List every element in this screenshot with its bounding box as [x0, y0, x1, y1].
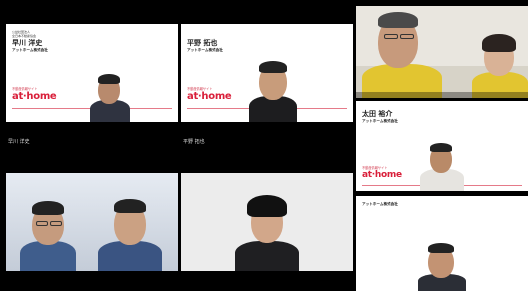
company-name: アットホーム株式会社	[12, 48, 48, 52]
label-strip	[356, 92, 528, 98]
company-name: アットホーム株式会社	[362, 202, 398, 206]
participant-label: 早川 洋史	[6, 139, 32, 146]
participant-video	[414, 240, 470, 291]
video-tile-bottom-left[interactable]	[6, 173, 178, 271]
video-tile-right-middle[interactable]: 太田 裕介 アットホーム株式会社 不動産情報サイト at·home	[356, 101, 528, 191]
name-card: 公益社団法人 全日本不動産協会 早川 洋史 アットホーム株式会社	[12, 30, 48, 53]
participant-video	[227, 191, 307, 271]
video-tile-top-right[interactable]	[356, 6, 528, 98]
brand-logo: at·home	[12, 91, 57, 102]
participant-label: 平野 拓也	[181, 139, 207, 146]
participant-name: 太田 裕介	[362, 110, 393, 118]
participant-video	[362, 10, 442, 98]
name-card: 太田 裕介 アットホーム株式会社	[362, 109, 398, 124]
brand-logo: at·home	[187, 91, 232, 102]
participant-video-2	[98, 195, 162, 271]
name-card: アットホーム株式会社	[362, 202, 398, 207]
brand-block: 不動産情報サイト at·home	[187, 86, 232, 102]
video-tile-top-middle[interactable]: 平野 拓也 アットホーム株式会社 不動産情報サイト at·home	[181, 24, 353, 122]
participant-video	[416, 139, 468, 191]
name-card: 平野 拓也 アットホーム株式会社	[187, 38, 223, 53]
company-name: アットホーム株式会社	[362, 119, 398, 123]
participant-video	[243, 56, 303, 122]
video-tile-top-left[interactable]: 公益社団法人 全日本不動産協会 早川 洋史 アットホーム株式会社 不動産情報サイ…	[6, 24, 178, 122]
participant-video-2	[472, 30, 528, 98]
participant-video	[18, 197, 78, 271]
video-tile-bottom-middle[interactable]	[181, 173, 353, 271]
video-tile-bottom-right[interactable]: アットホーム株式会社	[356, 196, 528, 291]
participant-name: 平野 拓也	[187, 39, 218, 47]
brand-block: 不動産情報サイト at·home	[362, 165, 402, 180]
brand-logo: at·home	[362, 170, 402, 180]
participant-name: 早川 洋史	[12, 39, 43, 47]
participant-video	[84, 70, 134, 122]
company-name: アットホーム株式会社	[187, 48, 223, 52]
brand-block: 不動産情報サイト at·home	[12, 86, 57, 102]
